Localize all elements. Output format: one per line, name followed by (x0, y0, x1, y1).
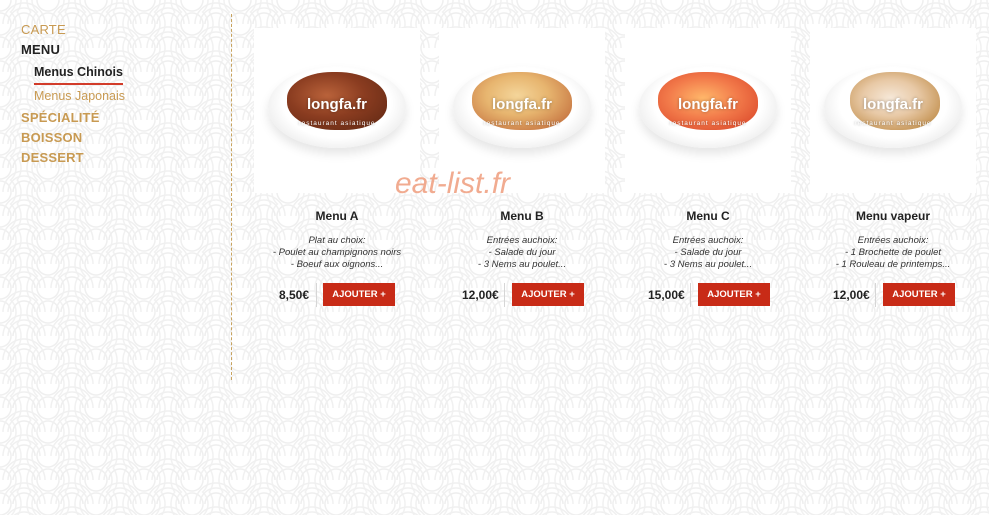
product-description: Entrées auchoix: - 1 Brochette de poulet… (810, 235, 976, 271)
desc-line: Entrées auchoix: (857, 235, 929, 246)
product-price: 12,00€ (462, 288, 499, 302)
add-to-cart-button[interactable]: AJOUTER + (698, 283, 770, 306)
desc-line: - Poulet au champignons noirs (272, 247, 402, 258)
product-name[interactable]: Menu A (254, 209, 420, 225)
photo-watermark-tagline: restaurant asiatique (669, 120, 747, 127)
add-to-cart-button[interactable]: AJOUTER + (883, 283, 955, 306)
desc-line: - 1 Brochette de poulet (844, 247, 942, 258)
photo-watermark-tagline: restaurant asiatique (298, 120, 376, 127)
site-watermark: eat-list.fr (395, 167, 511, 200)
product-photo[interactable]: longfa.fr restaurant asiatique (810, 28, 976, 193)
product-description: Entrées auchoix: - Salade du jour - 3 Ne… (625, 235, 791, 271)
product-name[interactable]: Menu C (625, 209, 791, 225)
desc-line: Entrées auchoix: (486, 235, 558, 246)
buy-row: 12,00€ AJOUTER + (439, 283, 605, 307)
desc-line: - Salade du jour (674, 247, 742, 258)
photo-watermark-tagline: restaurant asiatique (483, 120, 561, 127)
photo-watermark-brand: longfa.fr (492, 96, 552, 113)
price-separator (690, 283, 691, 307)
desc-line: Plat au choix: (308, 235, 366, 246)
desc-line: - Boeuf aux oignons... (290, 259, 384, 270)
desc-line: - 1 Rouleau de printemps... (835, 259, 951, 270)
nav-subitem-menus-chinois[interactable]: Menus Chinois (34, 62, 123, 85)
photo-watermark-tagline: restaurant asiatique (854, 120, 932, 127)
buy-row: 8,50€ AJOUTER + (254, 283, 420, 307)
product-card: longfa.fr restaurant asiatique Menu vape… (810, 28, 976, 307)
product-photo[interactable]: longfa.fr restaurant asiatique (625, 28, 791, 193)
desc-line: Entrées auchoix: (672, 235, 744, 246)
subnav-row-japonais: Menus Japonais (34, 84, 221, 108)
nav-item-boisson[interactable]: BOISSON (21, 128, 221, 148)
product-price: 8,50€ (279, 288, 310, 302)
product-description: Entrées auchoix: - Salade du jour - 3 Ne… (439, 235, 605, 271)
buy-row: 15,00€ AJOUTER + (625, 283, 791, 307)
nav-item-dessert[interactable]: DESSERT (21, 148, 221, 168)
product-name[interactable]: Menu B (439, 209, 605, 225)
menu-subnav: Menus Chinois Menus Japonais (34, 60, 221, 108)
subnav-row-chinois: Menus Chinois (34, 60, 221, 85)
nav-item-carte[interactable]: CARTE (21, 20, 221, 40)
product-card: longfa.fr restaurant asiatique Menu C En… (625, 28, 791, 307)
sidebar-divider (231, 14, 232, 380)
desc-line: - 3 Nems au poulet... (663, 259, 753, 270)
product-price: 15,00€ (648, 288, 685, 302)
product-name[interactable]: Menu vapeur (810, 209, 976, 225)
price-separator (316, 283, 317, 307)
nav-item-menu[interactable]: MENU (21, 40, 221, 60)
price-separator (504, 283, 505, 307)
photo-watermark-brand: longfa.fr (863, 96, 923, 113)
desc-line: - Salade du jour (488, 247, 556, 258)
nav-subitem-menus-japonais[interactable]: Menus Japonais (34, 86, 125, 106)
product-description: Plat au choix: - Poulet au champignons n… (254, 235, 420, 271)
nav-item-specialite[interactable]: SPÉCIALITÉ (21, 108, 221, 128)
category-nav: CARTE MENU Menus Chinois Menus Japonais … (21, 20, 221, 168)
desc-line: - 3 Nems au poulet... (477, 259, 567, 270)
add-to-cart-button[interactable]: AJOUTER + (512, 283, 584, 306)
product-price: 12,00€ (833, 288, 870, 302)
photo-watermark-brand: longfa.fr (678, 96, 738, 113)
photo-watermark-brand: longfa.fr (307, 96, 367, 113)
add-to-cart-button[interactable]: AJOUTER + (323, 283, 395, 306)
price-separator (875, 283, 876, 307)
buy-row: 12,00€ AJOUTER + (810, 283, 976, 307)
